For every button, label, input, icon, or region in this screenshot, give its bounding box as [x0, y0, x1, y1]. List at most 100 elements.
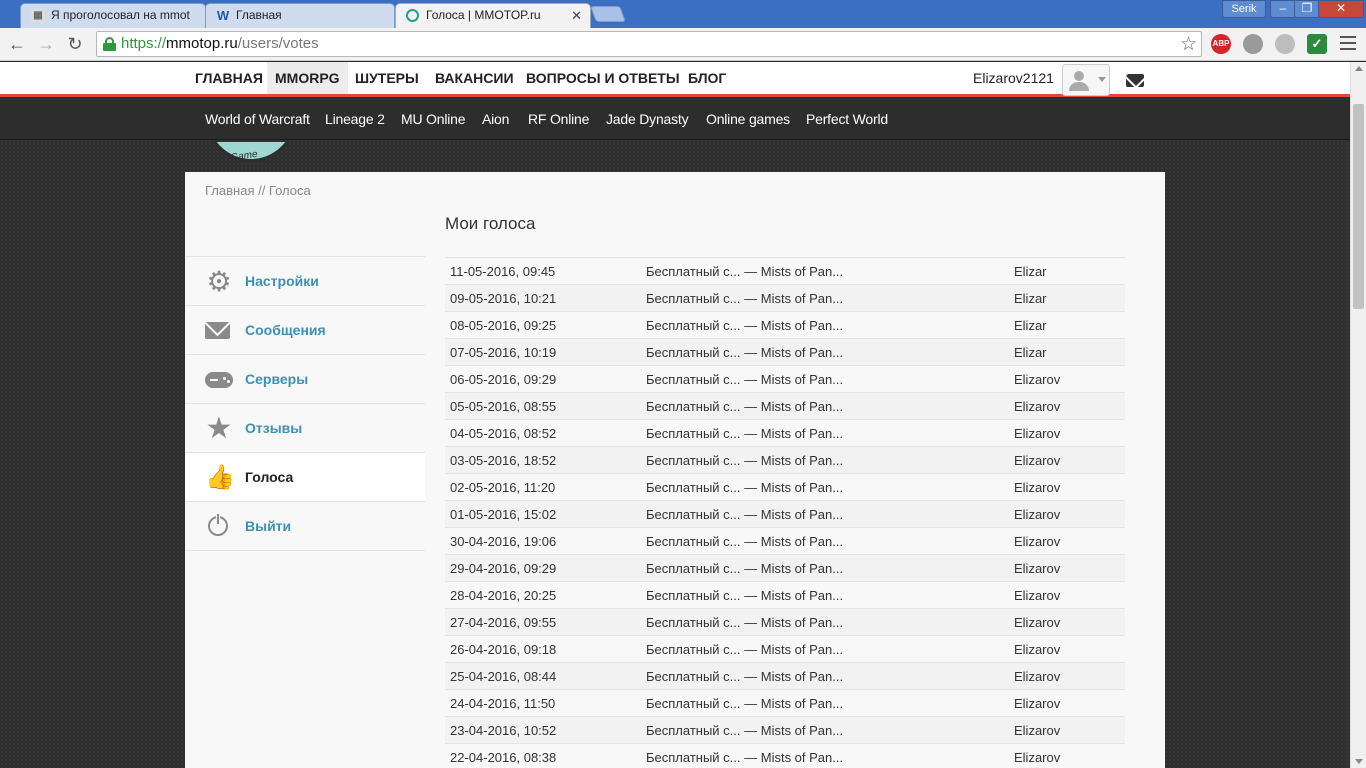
vote-nickname: Elizarov [1014, 426, 1061, 441]
scrollbar-thumb[interactable] [1353, 104, 1364, 309]
vote-date: 29-04-2016, 09:29 [450, 561, 557, 576]
vote-nickname: Elizarov [1014, 399, 1061, 414]
close-window-button[interactable]: ✕ [1318, 0, 1364, 18]
vote-nickname: Elizarov [1014, 372, 1061, 387]
vote-server-link[interactable]: Бесплатный с... — Mists of Pan... [646, 588, 843, 603]
page-scrollbar[interactable] [1350, 62, 1366, 768]
vote-server-link[interactable]: Бесплатный с... — Mists of Pan... [646, 561, 843, 576]
new-tab-button[interactable] [590, 6, 626, 22]
topnav-blog[interactable]: БЛОГ [680, 62, 734, 94]
gamenav-mu-online[interactable]: MU Online [401, 111, 466, 127]
table-row: 02-05-2016, 11:20 Бесплатный с... — Mists… [445, 474, 1125, 501]
reload-icon[interactable]: ↻ [63, 32, 87, 56]
extension-gray-icon[interactable] [1243, 34, 1263, 54]
tab-close-icon[interactable]: ✕ [571, 8, 582, 24]
restore-button[interactable]: ❐ [1294, 0, 1320, 18]
gamenav-perfect-world[interactable]: Perfect World [806, 111, 888, 127]
adblock-icon[interactable]: ABP [1211, 34, 1231, 54]
gamenav-aion[interactable]: Aion [482, 111, 509, 127]
address-bar[interactable]: https://mmotop.ru/users/votes ☆ [96, 31, 1202, 57]
vote-server-link[interactable]: Бесплатный с... — Mists of Pan... [646, 642, 843, 657]
vote-server-link[interactable]: Бесплатный с... — Mists of Pan... [646, 615, 843, 630]
gamenav-wow[interactable]: World of Warcraft [205, 111, 310, 127]
sidebar-item-logout[interactable]: Выйти [185, 502, 425, 551]
sidebar-item-settings[interactable]: ⚙ Настройки [185, 257, 425, 306]
browser-menu-icon[interactable] [1340, 36, 1356, 50]
vote-server-link[interactable]: Бесплатный с... — Mists of Pan... [646, 399, 843, 414]
scroll-down-arrow-icon[interactable] [1355, 759, 1363, 764]
vote-server-link[interactable]: Бесплатный с... — Mists of Pan... [646, 426, 843, 441]
browser-tab[interactable]: W Главная [205, 3, 395, 28]
vote-date: 09-05-2016, 10:21 [450, 291, 557, 306]
vote-date: 25-04-2016, 08:44 [450, 669, 557, 684]
vote-server-link[interactable]: Бесплатный с... — Mists of Pan... [646, 318, 843, 333]
vote-server-link[interactable]: Бесплатный с... — Mists of Pan... [646, 264, 843, 279]
sidebar-item-votes[interactable]: 👍 Голоса [185, 453, 425, 502]
vote-server-link[interactable]: Бесплатный с... — Mists of Pan... [646, 723, 843, 738]
gamenav-lineage2[interactable]: Lineage 2 [325, 111, 385, 127]
table-row: 29-04-2016, 09:29 Бесплатный с... — Mists… [445, 555, 1125, 582]
url-text[interactable]: https://mmotop.ru/users/votes [121, 35, 319, 52]
vote-server-link[interactable]: Бесплатный с... — Mists of Pan... [646, 291, 843, 306]
vote-nickname: Elizarov [1014, 642, 1061, 657]
table-row: 06-05-2016, 09:29 Бесплатный с... — Mists… [445, 366, 1125, 393]
mail-icon [205, 322, 230, 339]
vote-server-link[interactable]: Бесплатный с... — Mists of Pan... [646, 507, 843, 522]
gamenav-online-games[interactable]: Online games [706, 111, 790, 127]
vote-server-link[interactable]: Бесплатный с... — Mists of Pan... [646, 696, 843, 711]
extension-check-icon[interactable]: ✓ [1307, 34, 1327, 54]
window-profile-badge[interactable]: Serik [1222, 0, 1266, 18]
vote-server-link[interactable]: Бесплатный с... — Mists of Pan... [646, 534, 843, 549]
table-row: 23-04-2016, 10:52 Бесплатный с... — Mists… [445, 717, 1125, 744]
messages-envelope-icon[interactable] [1126, 74, 1144, 87]
vote-server-link[interactable]: Бесплатный с... — Mists of Pan... [646, 669, 843, 684]
browser-tab[interactable]: ▦ Я проголосовал на mmot [20, 3, 206, 28]
vote-server-link[interactable]: Бесплатный с... — Mists of Pan... [646, 345, 843, 360]
topnav-vacancies[interactable]: ВАКАНСИИ [427, 62, 522, 94]
table-row: 27-04-2016, 09:55 Бесплатный с... — Mists… [445, 609, 1125, 636]
minimize-button[interactable]: – [1270, 0, 1296, 18]
topnav-qa[interactable]: ВОПРОСЫ И ОТВЕТЫ [518, 62, 688, 94]
table-row: 03-05-2016, 18:52 Бесплатный с... — Mists… [445, 447, 1125, 474]
browser-toolbar: ← → ↻ https://mmotop.ru/users/votes ☆ AB… [0, 28, 1366, 61]
scroll-up-arrow-icon[interactable] [1355, 66, 1363, 71]
username-link[interactable]: Elizarov2121 [973, 70, 1054, 86]
votes-table: 11-05-2016, 09:45 Бесплатный с... — Mists… [445, 257, 1125, 768]
gamenav-rf-online[interactable]: RF Online [528, 111, 589, 127]
extension-circle-icon[interactable] [1275, 34, 1295, 54]
topnav-home[interactable]: ГЛАВНАЯ [187, 62, 271, 94]
vote-nickname: Elizar [1014, 291, 1047, 306]
sidebar-item-messages[interactable]: Сообщения [185, 306, 425, 355]
bookmark-star-icon[interactable]: ☆ [1180, 33, 1197, 56]
sidebar-item-reviews[interactable]: ★ Отзывы [185, 404, 425, 453]
vote-server-link[interactable]: Бесплатный с... — Mists of Pan... [646, 453, 843, 468]
site-logo-fragment[interactable]: Game Controller [205, 142, 297, 162]
vote-date: 26-04-2016, 09:18 [450, 642, 557, 657]
browser-tab-bar: ▦ Я проголосовал на mmot W Главная Голос… [0, 0, 1366, 28]
vote-date: 07-05-2016, 10:19 [450, 345, 557, 360]
vote-date: 24-04-2016, 11:50 [450, 696, 556, 711]
avatar-dropdown[interactable] [1062, 64, 1110, 96]
chevron-down-icon [1098, 77, 1106, 82]
back-icon[interactable]: ← [5, 32, 29, 56]
gamenav-jade-dynasty[interactable]: Jade Dynasty [606, 111, 689, 127]
vote-date: 08-05-2016, 09:25 [450, 318, 557, 333]
generic-page-icon: ▦ [31, 9, 45, 23]
page-viewport: ГЛАВНАЯ MMORPG ШУТЕРЫ ВАКАНСИИ ВОПРОСЫ И… [0, 62, 1350, 768]
vote-server-link[interactable]: Бесплатный с... — Mists of Pan... [646, 480, 843, 495]
vote-server-link[interactable]: Бесплатный с... — Mists of Pan... [646, 372, 843, 387]
vote-server-link[interactable]: Бесплатный с... — Mists of Pan... [646, 750, 843, 765]
topnav-shooters[interactable]: ШУТЕРЫ [347, 62, 427, 94]
sidebar-item-servers[interactable]: Серверы [185, 355, 425, 404]
topnav-mmorpg[interactable]: MMORPG [267, 62, 348, 94]
vote-nickname: Elizarov [1014, 480, 1061, 495]
sidebar-item-label: Серверы [245, 371, 309, 387]
forward-icon[interactable]: → [34, 32, 58, 56]
avatar [1074, 71, 1084, 81]
breadcrumb[interactable]: Главная // Голоса [205, 183, 311, 198]
sidebar-item-label: Голоса [245, 469, 294, 485]
vote-date: 03-05-2016, 18:52 [450, 453, 557, 468]
vote-nickname: Elizarov [1014, 750, 1061, 765]
browser-tab-active[interactable]: Голоса | MMOTOP.ru ✕ [395, 3, 591, 28]
mmotop-icon [406, 9, 419, 22]
